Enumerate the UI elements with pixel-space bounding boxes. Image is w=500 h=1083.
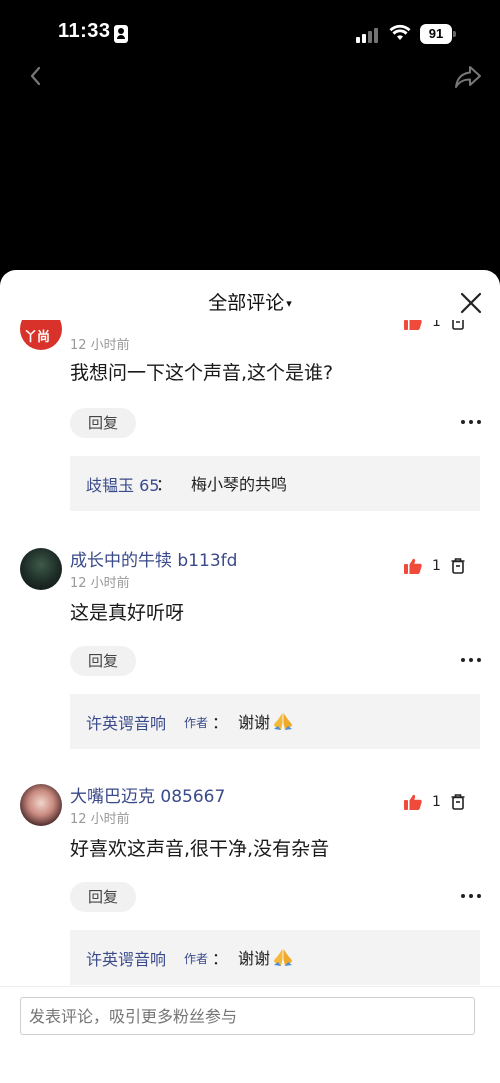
- more-icon[interactable]: [461, 420, 483, 426]
- reply-button[interactable]: 回复: [70, 646, 136, 676]
- avatar[interactable]: [20, 784, 62, 826]
- sub-reply-separator: ：: [212, 713, 229, 732]
- signal-icon: [356, 27, 380, 43]
- sub-reply-text: 谢谢: [238, 713, 271, 732]
- comment-text: 这是真好听呀: [70, 602, 185, 624]
- avatar-logo-text: 丫尚: [24, 330, 51, 345]
- like-group: 1: [404, 794, 465, 810]
- comment-timestamp: 12 小时前: [70, 812, 130, 827]
- more-icon[interactable]: [461, 658, 483, 664]
- thumbs-up-icon[interactable]: [404, 558, 422, 574]
- like-count: 1: [432, 320, 441, 330]
- avatar[interactable]: [20, 548, 62, 590]
- author-tag: 作者: [184, 716, 209, 730]
- trash-icon[interactable]: [451, 558, 465, 574]
- comments-filter-dropdown[interactable]: 全部评论 ▾: [0, 288, 500, 315]
- comment-username[interactable]: 成长中的牛犊 b113fd: [70, 546, 237, 571]
- share-icon[interactable]: [454, 64, 482, 90]
- reply-button[interactable]: 回复: [70, 408, 136, 438]
- back-icon[interactable]: [24, 64, 48, 88]
- close-icon[interactable]: [460, 292, 482, 314]
- sub-reply-text: 梅小琴的共鸣: [191, 475, 288, 494]
- id-card-icon: [114, 25, 128, 43]
- battery-level: 91: [420, 24, 452, 44]
- comment-composer: [0, 986, 500, 1083]
- status-bar: 11:33 91: [0, 0, 500, 64]
- pray-emoji: [274, 949, 293, 966]
- sub-reply[interactable]: 歧韫玉 65 ： 梅小琴的共鸣: [70, 456, 480, 511]
- avatar[interactable]: 丫尚: [20, 320, 62, 350]
- sub-reply-separator: ：: [212, 949, 229, 968]
- comment-sheet: 全部评论 ▾ 丫尚 12 小时前 1 我想问一下这个声音,这个是谁? 回复 歧韫…: [0, 270, 500, 1083]
- thumbs-up-icon[interactable]: [404, 320, 422, 330]
- battery-icon: 91: [420, 24, 456, 44]
- sub-reply[interactable]: 许英谔音响 作者 ： 谢谢: [70, 930, 480, 985]
- author-tag: 作者: [184, 952, 209, 966]
- thumbs-up-icon[interactable]: [404, 794, 422, 810]
- sub-reply-content: 谢谢: [238, 945, 294, 969]
- chevron-down-icon: ▾: [286, 297, 292, 310]
- like-group: 1: [404, 320, 465, 330]
- sub-reply-username[interactable]: 许英谔音响: [86, 710, 166, 734]
- comment-input[interactable]: [20, 997, 475, 1035]
- comment-text: 我想问一下这个声音,这个是谁?: [70, 362, 334, 384]
- comment-timestamp: 12 小时前: [70, 338, 130, 353]
- trash-icon[interactable]: [451, 320, 465, 330]
- comment-list[interactable]: 丫尚 12 小时前 1 我想问一下这个声音,这个是谁? 回复 歧韫玉 65 ： …: [0, 320, 500, 986]
- sub-reply-separator: ：: [156, 475, 173, 494]
- comment-username[interactable]: 大嘴巴迈克 085667: [70, 782, 225, 807]
- like-count: 1: [432, 794, 441, 810]
- wifi-icon: [389, 24, 411, 40]
- sub-reply-username[interactable]: 歧韫玉 65: [86, 472, 159, 496]
- like-count: 1: [432, 558, 441, 574]
- pray-emoji: [274, 713, 293, 730]
- trash-icon[interactable]: [451, 794, 465, 810]
- comment-timestamp: 12 小时前: [70, 576, 130, 591]
- sub-reply-content: 谢谢: [238, 709, 294, 733]
- comment-text: 好喜欢这声音,很干净,没有杂音: [70, 838, 330, 860]
- sub-reply-username[interactable]: 许英谔音响: [86, 946, 166, 970]
- sheet-title-label: 全部评论: [208, 292, 285, 314]
- like-group: 1: [404, 558, 465, 574]
- reply-button[interactable]: 回复: [70, 882, 136, 912]
- more-icon[interactable]: [461, 894, 483, 900]
- sub-reply[interactable]: 许英谔音响 作者 ： 谢谢: [70, 694, 480, 749]
- sub-reply-text: 谢谢: [238, 949, 271, 968]
- status-time: 11:33: [58, 20, 111, 42]
